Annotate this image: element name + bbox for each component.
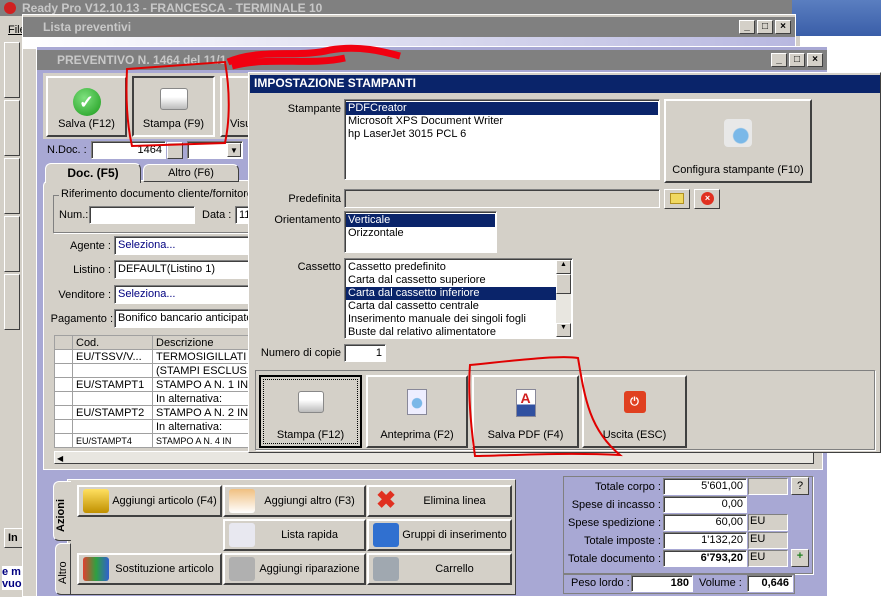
circle-stampa [125, 60, 230, 148]
red-annotation-overlay [125, 44, 623, 458]
circle-salva-pdf [468, 356, 623, 458]
scribble-redaction [226, 44, 401, 70]
